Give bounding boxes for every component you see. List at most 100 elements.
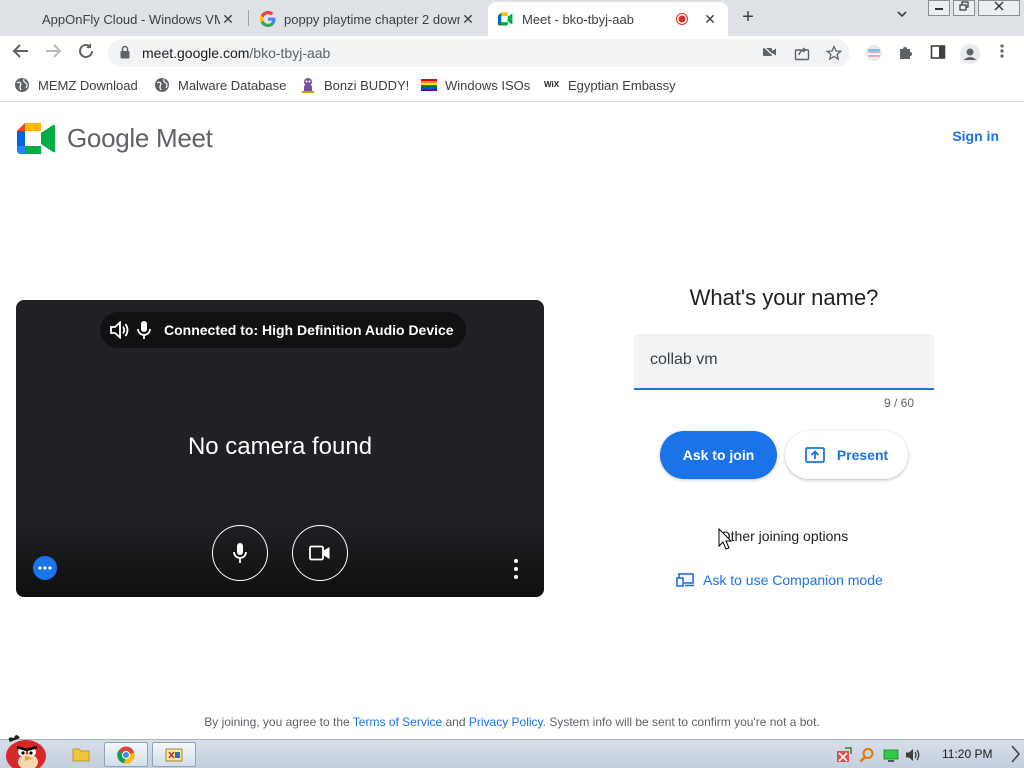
globe-icon bbox=[15, 78, 29, 92]
audio-status-text: Connected to: High Definition Audio Devi… bbox=[164, 322, 454, 338]
lock-icon[interactable] bbox=[120, 45, 130, 59]
maximize-button[interactable] bbox=[953, 0, 975, 16]
file-explorer-folder-icon[interactable] bbox=[72, 746, 90, 762]
profile-avatar-icon[interactable] bbox=[960, 44, 980, 64]
menu-kebab-icon[interactable] bbox=[993, 44, 1011, 62]
share-icon[interactable] bbox=[794, 45, 810, 61]
companion-devices-icon bbox=[676, 573, 694, 587]
network-monitor-icon[interactable] bbox=[883, 747, 899, 763]
camera-toggle-button[interactable] bbox=[292, 525, 348, 581]
windows-taskbar: 11:20 PM bbox=[0, 735, 1024, 768]
back-arrow-icon[interactable] bbox=[10, 42, 32, 64]
close-icon[interactable]: ✕ bbox=[702, 11, 718, 28]
wix-icon: WiX bbox=[544, 80, 560, 89]
search-magnifier-icon[interactable] bbox=[859, 747, 875, 763]
bookmark-label: Malware Database bbox=[178, 77, 287, 93]
companion-mode-label: Ask to use Companion mode bbox=[703, 572, 883, 588]
new-tab-button[interactable]: + bbox=[736, 6, 760, 29]
no-camera-message: No camera found bbox=[187, 433, 373, 460]
bookmark-memz-download[interactable]: MEMZ Download bbox=[14, 77, 138, 93]
name-field[interactable] bbox=[634, 334, 934, 390]
camera-icon[interactable] bbox=[762, 45, 778, 61]
extension-flag-icon[interactable] bbox=[865, 44, 883, 62]
footer-text-pre: By joining, you agree to the bbox=[204, 715, 350, 729]
companion-mode-link[interactable]: Ask to use Companion mode bbox=[676, 572, 883, 588]
microphone-icon bbox=[233, 543, 247, 563]
taskbar-clock[interactable]: 11:20 PM bbox=[942, 747, 992, 761]
bookmark-malware-database[interactable]: Malware Database bbox=[154, 77, 286, 93]
bookmark-label: Bonzi BUDDY! bbox=[324, 77, 410, 93]
bookmark-star-icon[interactable] bbox=[825, 44, 843, 61]
bookmarks-bar: MEMZ Download Malware Database Bonzi BUD… bbox=[0, 70, 1024, 102]
chrome-icon bbox=[117, 746, 135, 764]
tab-poppy-playtime[interactable]: poppy playtime chapter 2 download ✕ bbox=[250, 2, 486, 36]
address-bar[interactable]: meet.google.com/bko-tbyj-aab bbox=[108, 39, 850, 67]
bookmark-label: Windows ISOs bbox=[445, 77, 531, 93]
tab-strip: AppOnFly Cloud - Windows VM ✕ poppy play… bbox=[0, 0, 1024, 36]
tab-title: AppOnFly Cloud - Windows VM bbox=[42, 11, 220, 27]
rainbow-flag-icon bbox=[421, 79, 437, 91]
terms-of-service-link[interactable]: Terms of Service bbox=[353, 715, 442, 729]
url-text[interactable]: meet.google.com/bko-tbyj-aab bbox=[142, 45, 330, 61]
bookmark-bonzi-buddy[interactable]: Bonzi BUDDY! bbox=[300, 77, 409, 93]
close-icon[interactable]: ✕ bbox=[460, 11, 476, 28]
tab-meet[interactable]: Meet - bko-tbyj-aab ✕ bbox=[488, 2, 728, 36]
more-horizontal-icon bbox=[38, 566, 52, 570]
security-alert-icon[interactable] bbox=[836, 747, 852, 763]
mouse-cursor-icon bbox=[718, 528, 733, 550]
url-host: meet.google.com bbox=[142, 45, 250, 61]
extensions-puzzle-icon[interactable] bbox=[897, 44, 915, 62]
forward-arrow-icon[interactable] bbox=[42, 42, 64, 64]
bookmark-windows-isos[interactable]: Windows ISOs bbox=[421, 77, 530, 93]
name-input[interactable] bbox=[650, 351, 910, 369]
show-desktop-icon[interactable] bbox=[1010, 744, 1024, 763]
present-label: Present bbox=[836, 447, 889, 463]
bonzi-icon bbox=[302, 78, 314, 93]
reload-icon[interactable] bbox=[75, 42, 97, 64]
browser-toolbar: meet.google.com/bko-tbyj-aab bbox=[0, 36, 1024, 70]
microphone-toggle-button[interactable] bbox=[212, 525, 268, 581]
tab-separator bbox=[248, 10, 249, 26]
name-heading: What's your name? bbox=[689, 285, 879, 310]
logo-text: Google Meet bbox=[67, 123, 213, 153]
meet-logo-icon bbox=[17, 123, 55, 154]
ask-to-join-button[interactable]: Ask to join bbox=[660, 431, 777, 479]
footer-text-and: and bbox=[445, 715, 466, 729]
taskbar-chrome-button[interactable] bbox=[104, 742, 148, 767]
present-screen-icon bbox=[804, 447, 825, 463]
globe-icon bbox=[155, 78, 169, 92]
effects-button[interactable] bbox=[33, 556, 57, 580]
tab-title: Meet - bko-tbyj-aab bbox=[522, 11, 634, 27]
url-path: /bko-tbyj-aab bbox=[249, 45, 331, 61]
tab-apponfly[interactable]: AppOnFly Cloud - Windows VM ✕ bbox=[32, 2, 246, 36]
taskbar-app-button[interactable] bbox=[152, 742, 196, 767]
volume-speaker-icon[interactable] bbox=[905, 747, 921, 763]
present-button[interactable]: Present bbox=[785, 431, 908, 479]
minimize-button[interactable] bbox=[928, 0, 950, 16]
taskbar-app-icon bbox=[165, 748, 183, 761]
audio-device-pill[interactable]: Connected to: High Definition Audio Devi… bbox=[100, 312, 466, 348]
side-panel-icon[interactable] bbox=[929, 44, 947, 62]
tab-title: poppy playtime chapter 2 download bbox=[284, 11, 460, 27]
meet-page: Google Meet Sign in Connected to: High D… bbox=[0, 103, 1024, 739]
google-icon bbox=[260, 11, 276, 27]
preview-gradient bbox=[16, 517, 544, 597]
name-char-counter: 9 / 60 bbox=[884, 396, 915, 410]
google-meet-logo[interactable]: Google Meet bbox=[17, 123, 213, 154]
footer-disclaimer: By joining, you agree to the Terms of Se… bbox=[0, 715, 1024, 729]
video-preview: Connected to: High Definition Audio Devi… bbox=[16, 300, 544, 597]
sign-in-link[interactable]: Sign in bbox=[952, 128, 999, 144]
speaker-icon bbox=[110, 321, 129, 339]
close-icon[interactable]: ✕ bbox=[220, 11, 236, 28]
meet-icon bbox=[498, 12, 513, 26]
other-joining-options-heading: Other joining options bbox=[719, 528, 849, 544]
start-button-angry-bird-icon[interactable] bbox=[0, 732, 50, 768]
bookmark-egyptian-embassy[interactable]: WiX Egyptian Embassy bbox=[544, 77, 676, 93]
bookmark-label: Egyptian Embassy bbox=[568, 77, 676, 93]
more-options-kebab-icon[interactable] bbox=[508, 559, 524, 579]
tab-search-chevron-icon[interactable] bbox=[896, 8, 908, 23]
privacy-policy-link[interactable]: Privacy Policy bbox=[469, 715, 543, 729]
recording-icon bbox=[676, 13, 688, 25]
microphone-icon bbox=[137, 321, 151, 339]
close-window-button[interactable] bbox=[978, 0, 1020, 16]
